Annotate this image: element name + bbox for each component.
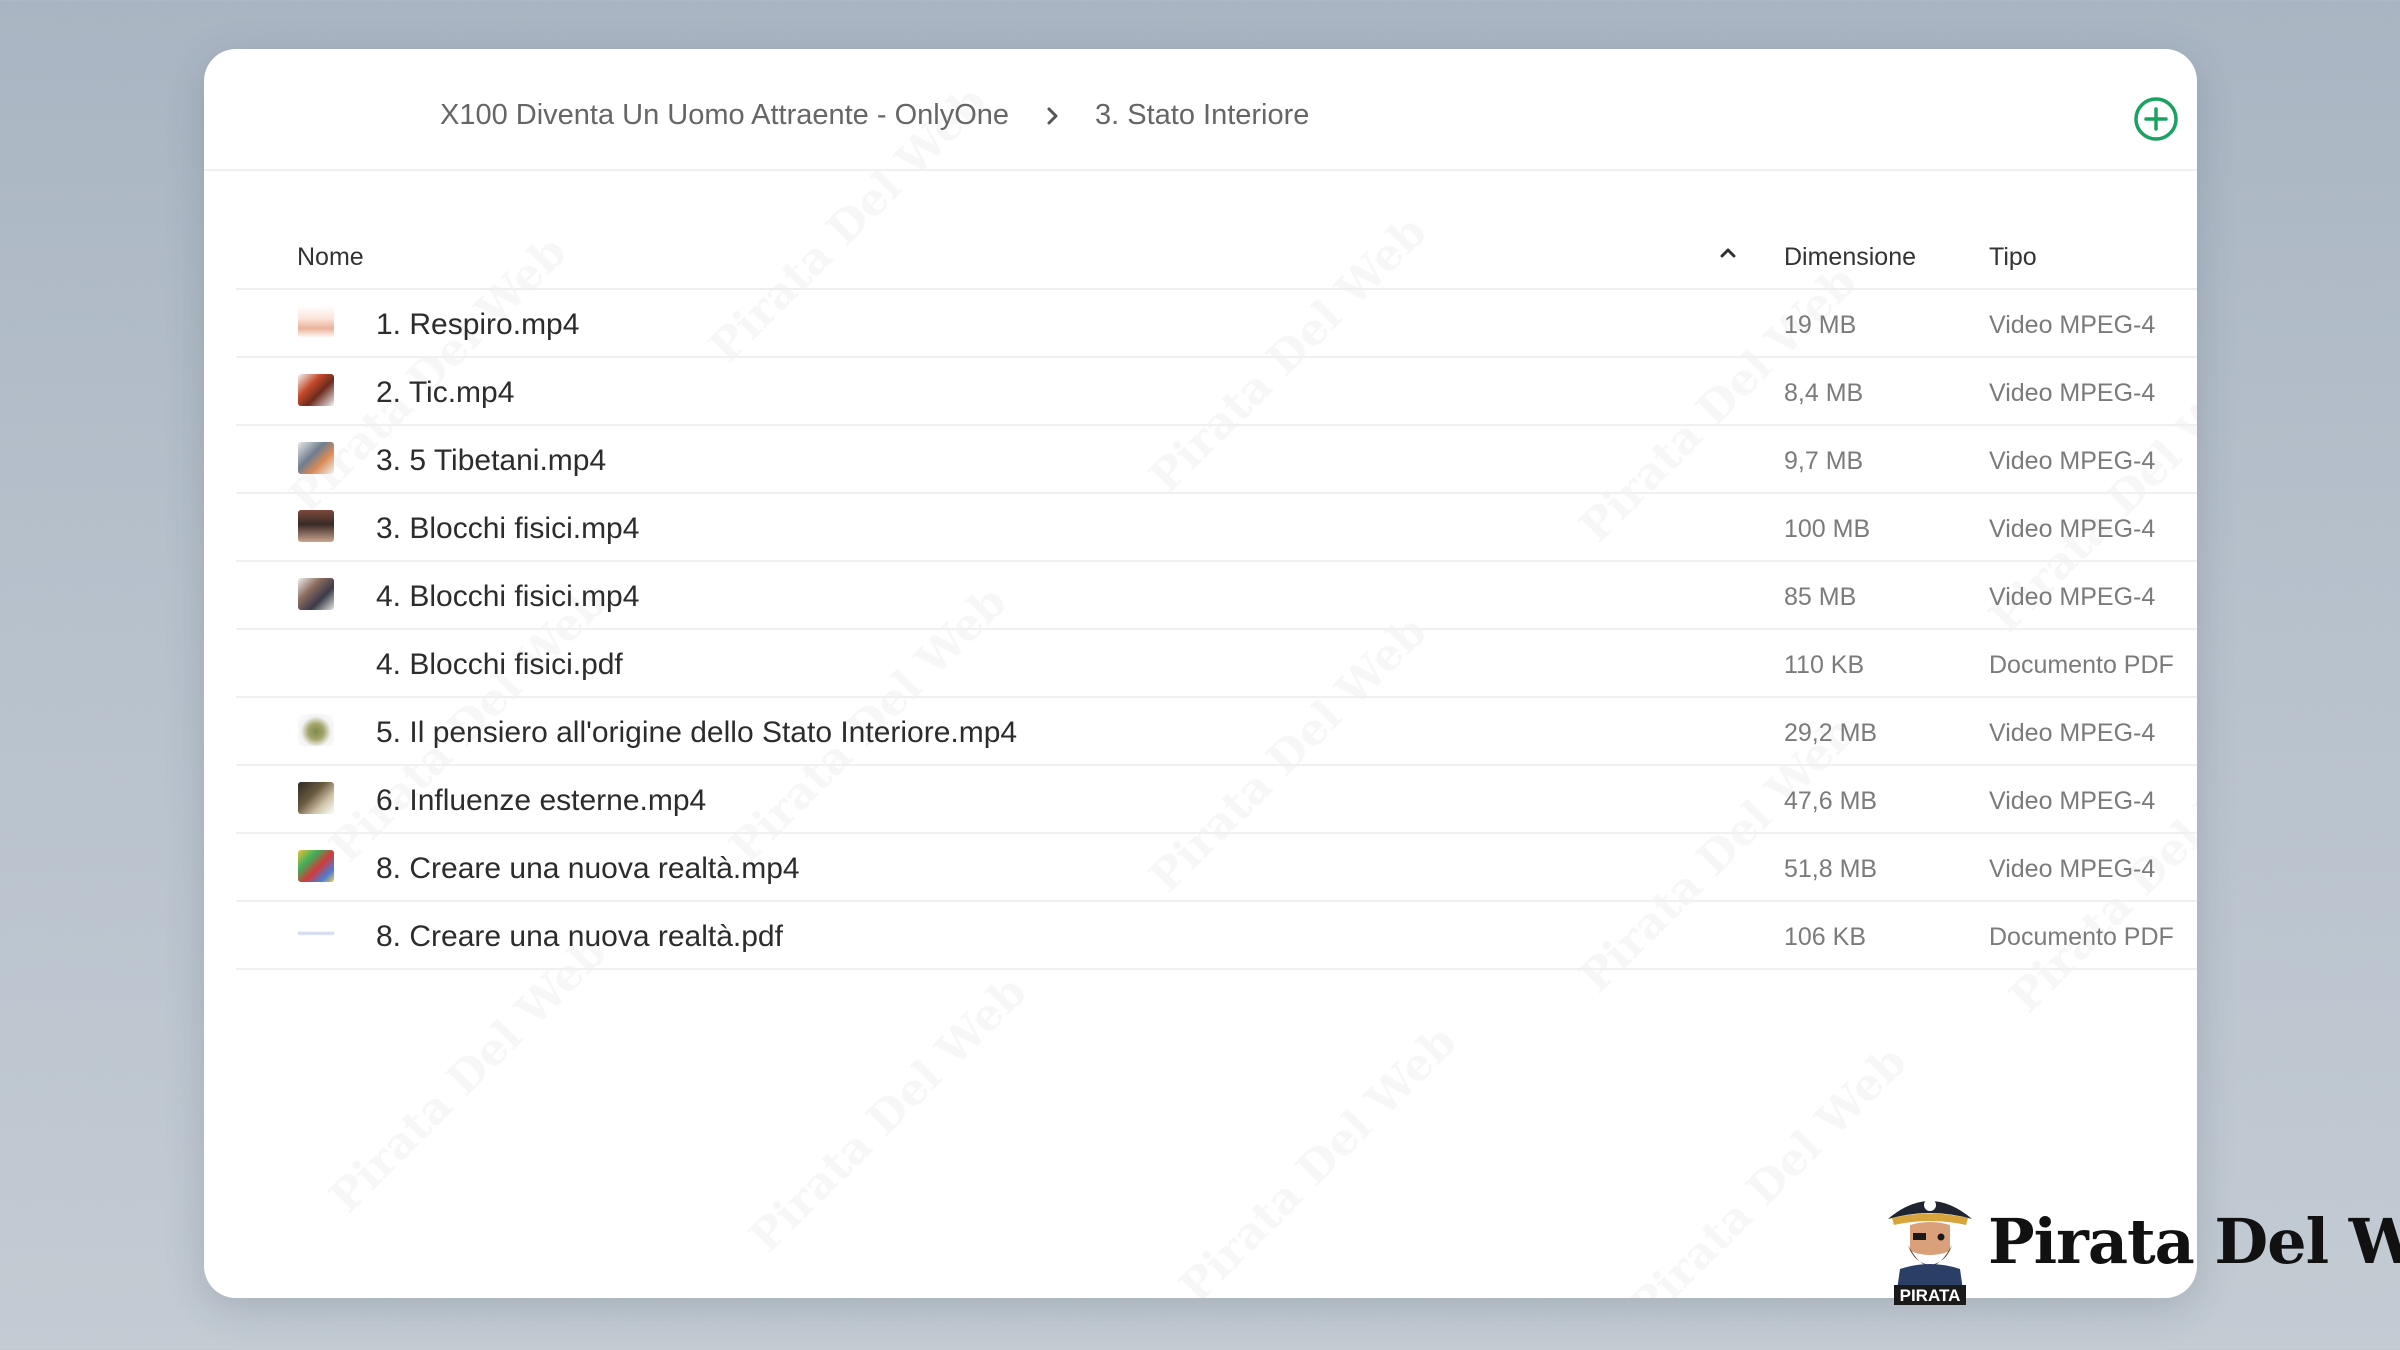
- table-row[interactable]: 4. Blocchi fisici.mp4 85 MB Video MPEG-4: [236, 562, 2197, 630]
- pdf-thumbnail-icon: [298, 646, 334, 678]
- file-type: Video MPEG-4: [1989, 379, 2156, 407]
- table-row[interactable]: 4. Blocchi fisici.pdf 110 KB Documento P…: [236, 630, 2197, 698]
- chevron-right-icon: [1033, 101, 1073, 131]
- file-name: 8. Creare una nuova realtà.pdf: [376, 920, 783, 953]
- file-type: Video MPEG-4: [1989, 719, 2156, 747]
- column-header-size[interactable]: Dimensione: [1784, 243, 1916, 272]
- video-thumbnail-icon: [298, 578, 334, 610]
- file-browser-window: Pirata Del Web Pirata Del Web Pirata Del…: [204, 49, 2197, 1298]
- video-thumbnail-icon: [298, 850, 334, 882]
- file-size: 85 MB: [1784, 583, 1857, 611]
- table-row[interactable]: 6. Influenze esterne.mp4 47,6 MB Video M…: [236, 766, 2197, 834]
- mascot-label: PIRATA: [1900, 1286, 1961, 1305]
- file-name: 4. Blocchi fisici.pdf: [376, 648, 623, 681]
- table-row[interactable]: 8. Creare una nuova realtà.pdf 106 KB Do…: [236, 902, 2197, 970]
- file-name: 2. Tic.mp4: [376, 376, 515, 409]
- table-header: Nome Dimensione Tipo: [204, 171, 2197, 289]
- file-name: 5. Il pensiero all'origine dello Stato I…: [376, 716, 1018, 749]
- video-thumbnail-icon: [298, 782, 334, 814]
- watermark: Pirata Del Web: [1619, 1036, 1917, 1298]
- file-type: Video MPEG-4: [1989, 515, 2156, 543]
- file-size: 106 KB: [1784, 923, 1867, 951]
- header-bar: X100 Diventa Un Uomo Attraente - OnlyOne…: [204, 49, 2197, 171]
- file-name: 1. Respiro.mp4: [376, 308, 580, 341]
- breadcrumb: X100 Diventa Un Uomo Attraente - OnlyOne…: [440, 99, 1309, 132]
- file-name: 8. Creare una nuova realtà.mp4: [376, 852, 800, 885]
- watermark: Pirata Del Web: [1169, 1016, 1467, 1298]
- video-thumbnail-icon: [298, 374, 334, 406]
- file-name: 3. Blocchi fisici.mp4: [376, 512, 640, 545]
- watermark: Pirata Del Web: [319, 926, 617, 1223]
- video-thumbnail-icon: [298, 510, 334, 542]
- file-size: 19 MB: [1784, 311, 1857, 339]
- column-header-type[interactable]: Tipo: [1989, 243, 2037, 272]
- breadcrumb-current[interactable]: 3. Stato Interiore: [1095, 99, 1309, 132]
- file-size: 47,6 MB: [1784, 787, 1878, 815]
- file-type: Documento PDF: [1989, 923, 2174, 951]
- file-type: Video MPEG-4: [1989, 311, 2156, 339]
- file-type: Video MPEG-4: [1989, 447, 2156, 475]
- file-list: 1. Respiro.mp4 19 MB Video MPEG-4 2. Tic…: [236, 290, 2197, 970]
- pdf-thumbnail-icon: [298, 918, 334, 950]
- video-thumbnail-icon: [298, 306, 334, 338]
- video-thumbnail-icon: [298, 714, 334, 746]
- file-size: 110 KB: [1784, 651, 1865, 679]
- table-row[interactable]: 8. Creare una nuova realtà.mp4 51,8 MB V…: [236, 834, 2197, 902]
- table-row[interactable]: 3. Blocchi fisici.mp4 100 MB Video MPEG-…: [236, 494, 2197, 562]
- brand-name: Pirata Del Web: [1988, 1205, 2400, 1278]
- file-name: 3. 5 Tibetani.mp4: [376, 444, 607, 477]
- file-size: 29,2 MB: [1784, 719, 1878, 747]
- table-row[interactable]: 3. 5 Tibetani.mp4 9,7 MB Video MPEG-4: [236, 426, 2197, 494]
- video-thumbnail-icon: [298, 442, 334, 474]
- table-row[interactable]: 1. Respiro.mp4 19 MB Video MPEG-4: [236, 290, 2197, 358]
- file-type: Video MPEG-4: [1989, 583, 2156, 611]
- file-size: 9,7 MB: [1784, 447, 1864, 475]
- column-header-name[interactable]: Nome: [297, 243, 364, 272]
- pirate-mascot-icon: PIRATA: [1888, 1199, 1972, 1305]
- file-size: 51,8 MB: [1784, 855, 1878, 883]
- plus-circle-icon[interactable]: [2133, 96, 2179, 142]
- table-row[interactable]: 5. Il pensiero all'origine dello Stato I…: [236, 698, 2197, 766]
- watermark: Pirata Del Web: [739, 966, 1037, 1263]
- file-type: Documento PDF: [1989, 651, 2174, 679]
- file-type: Video MPEG-4: [1989, 855, 2156, 883]
- brand-logo: PIRATA Pirata Del Web: [1880, 1185, 2400, 1305]
- file-type: Video MPEG-4: [1989, 787, 2156, 815]
- file-size: 100 MB: [1784, 515, 1871, 543]
- file-size: 8,4 MB: [1784, 379, 1864, 407]
- breadcrumb-parent[interactable]: X100 Diventa Un Uomo Attraente - OnlyOne: [440, 99, 1009, 132]
- table-row[interactable]: 2. Tic.mp4 8,4 MB Video MPEG-4: [236, 358, 2197, 426]
- file-name: 6. Influenze esterne.mp4: [376, 784, 707, 817]
- file-name: 4. Blocchi fisici.mp4: [376, 580, 640, 613]
- chevron-up-icon[interactable]: [1714, 239, 1742, 267]
